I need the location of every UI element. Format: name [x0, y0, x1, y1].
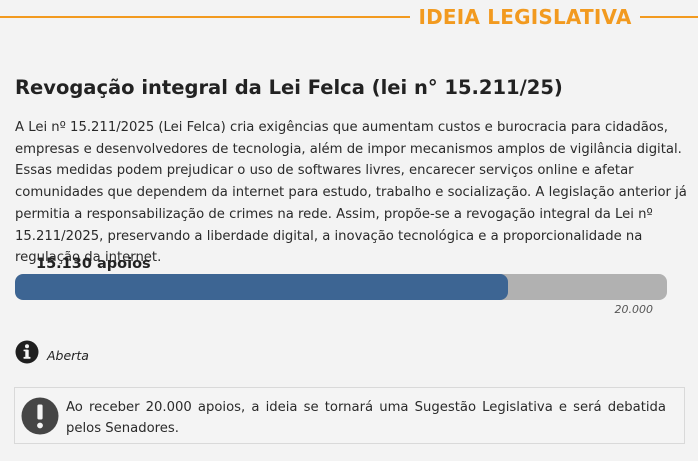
idea-title: Revogação integral da Lei Felca (lei n° …	[15, 76, 563, 99]
header-rule-right	[640, 16, 698, 18]
notice-box: Ao receber 20.000 apoios, a ideia se tor…	[14, 387, 685, 444]
section-title: IDEIA LEGISLATIVA	[418, 5, 632, 29]
header-rule-left	[0, 16, 410, 18]
support-progress-bar	[15, 274, 667, 300]
notice-text: Ao receber 20.000 apoios, a ideia se tor…	[66, 400, 666, 436]
idea-description: A Lei nº 15.211/2025 (Lei Felca) cria ex…	[15, 120, 687, 266]
support-goal: 20.000	[614, 303, 654, 316]
exclamation-icon	[21, 397, 59, 435]
support-progress-fill	[15, 274, 508, 300]
info-icon	[15, 340, 39, 364]
section-header: IDEIA LEGISLATIVA	[0, 0, 698, 36]
supports-count: 15.130 apoios	[36, 256, 151, 272]
status-label: Aberta	[47, 348, 89, 363]
